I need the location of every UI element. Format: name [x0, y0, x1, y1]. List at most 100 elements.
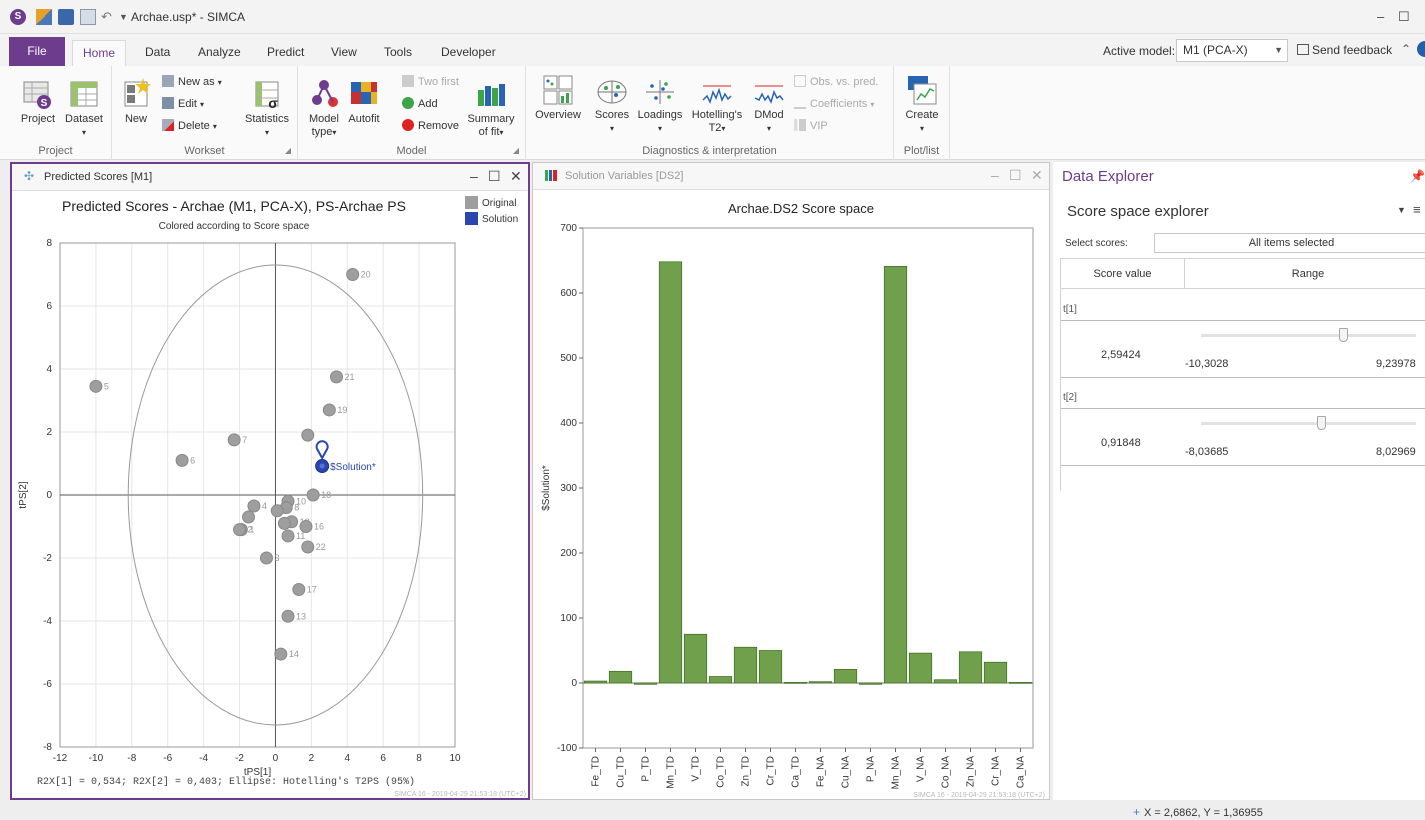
vip-label: VIP	[810, 120, 828, 132]
tab-home[interactable]: Home	[72, 40, 127, 66]
panel-minimize-button[interactable]: –	[991, 167, 999, 183]
new-workset-button[interactable]: New	[118, 78, 154, 126]
summary-of-fit-button[interactable]: Summary of fit▾	[466, 78, 516, 139]
observation-label: 21	[345, 372, 355, 382]
menu-icon[interactable]: ≡	[1413, 202, 1421, 217]
panel-maximize-button[interactable]: ☐	[1009, 167, 1022, 184]
chevron-down-icon[interactable]: ▼	[1397, 205, 1406, 215]
observation-label: 14	[289, 649, 299, 659]
observation-point	[292, 583, 306, 596]
tab-view[interactable]: View	[321, 40, 367, 66]
dataset-button[interactable]: Dataset ▾	[62, 78, 106, 139]
model-type-button[interactable]: Model type▾	[306, 78, 342, 139]
active-model-select[interactable]: M1 (PCA-X) ▼	[1176, 39, 1288, 62]
hotellings-button[interactable]: Hotelling's T2▾	[688, 78, 746, 135]
plot-footer: R2X[1] = 0,534; R2X[2] = 0,403; Ellipse:…	[37, 776, 415, 788]
pin-icon[interactable]: 📌	[1410, 169, 1425, 183]
scores-button[interactable]: Scores ▾	[590, 78, 634, 135]
dmod-button[interactable]: DMod ▾	[750, 78, 788, 135]
tab-analyze[interactable]: Analyze	[188, 40, 251, 66]
x-tick-label: 4	[344, 753, 350, 764]
panel-minimize-button[interactable]: –	[470, 168, 478, 184]
tab-tools[interactable]: Tools	[374, 40, 422, 66]
vip-button[interactable]: VIP	[794, 119, 828, 133]
observation-point	[89, 379, 103, 393]
two-first-button[interactable]: Two first	[402, 75, 459, 89]
range-slider-thumb[interactable]	[1316, 416, 1326, 430]
range-slider-track[interactable]	[1201, 422, 1416, 425]
project-button[interactable]: S Project	[18, 78, 58, 126]
tab-predict[interactable]: Predict	[257, 40, 314, 66]
save-icon[interactable]	[58, 9, 74, 25]
bar-chart-title: Archae.DS2 Score space	[728, 201, 874, 216]
select-scores-dropdown[interactable]: All items selected	[1154, 233, 1425, 253]
observation-point	[247, 499, 261, 513]
open-project-icon[interactable]	[36, 9, 52, 25]
legend-original-swatch	[465, 196, 478, 209]
delete-icon	[162, 119, 174, 131]
model-dialog-launcher-icon[interactable]: ◢	[513, 146, 519, 155]
y-tick-label: 400	[560, 418, 577, 429]
statistics-button[interactable]: σ Statistics ▾	[242, 78, 292, 139]
panel-maximize-button[interactable]: ☐	[488, 168, 501, 185]
autofit-button[interactable]: Autofit	[344, 78, 384, 126]
scores-icon	[597, 80, 627, 104]
remove-component-button[interactable]: Remove	[402, 119, 459, 133]
panel-close-button[interactable]: ✕	[1031, 167, 1043, 184]
undo-icon[interactable]: ↶	[101, 9, 117, 25]
obs-vs-pred-button[interactable]: Obs. vs. pred.	[794, 75, 878, 89]
select-scores-label: Select scores:	[1065, 238, 1128, 249]
chevron-down-icon: ▾	[766, 124, 771, 133]
plot-marks: 205211976101884912161211223171314$Soluti…	[89, 268, 376, 661]
cursor-coordinates-text: X = 2,6862, Y = 1,36955	[1144, 807, 1263, 819]
send-feedback-button[interactable]: Send feedback	[1297, 43, 1392, 57]
delete-workset-button[interactable]: Delete ▾	[162, 119, 217, 134]
create-plot-button[interactable]: Create ▾	[900, 74, 944, 135]
y-tick-label: 700	[560, 223, 577, 234]
minimize-button[interactable]: –	[1377, 9, 1384, 24]
range-slider-thumb[interactable]	[1339, 328, 1349, 342]
x-tick-label: Mn_NA	[891, 756, 902, 790]
observation-label: 9	[285, 506, 290, 516]
collapse-ribbon-icon[interactable]: ⌃	[1401, 42, 1411, 56]
simca-logo-icon[interactable]: S	[10, 9, 26, 25]
solution-point-center	[319, 463, 325, 469]
bar-marks: -100 0 100 200 300 400 500 600 700 $Solution* Fe_T…	[541, 223, 1034, 790]
model-type-label-2: type	[311, 126, 333, 138]
coefficients-button[interactable]: Coefficients ▾	[794, 97, 874, 112]
hotellings-label-2: T2	[708, 122, 722, 134]
x-tick-label: -8	[127, 753, 136, 764]
help-icon[interactable]	[1417, 41, 1425, 57]
overview-button[interactable]: Overview	[534, 74, 582, 122]
edit-workset-button[interactable]: Edit ▾	[162, 97, 204, 112]
x-tick-label: P_TD	[641, 756, 652, 782]
scores-plot[interactable]: Predicted Scores - Archae (M1, PCA-X), P…	[12, 192, 528, 798]
panel-close-button[interactable]: ✕	[510, 168, 522, 185]
ribbon-group-plot-list: Create ▾ Plot/list	[894, 66, 950, 160]
observation-label: 7	[242, 435, 247, 445]
explorer-mode-title[interactable]: Score space explorer	[1067, 203, 1209, 220]
workset-dialog-launcher-icon[interactable]: ◢	[285, 146, 291, 155]
new-document-icon[interactable]	[80, 9, 96, 25]
score-value: 0,91848	[1101, 437, 1141, 449]
y-tick-label: 4	[46, 364, 52, 375]
range-slider-track[interactable]	[1201, 334, 1416, 337]
bar	[608, 670, 633, 684]
tab-developer[interactable]: Developer	[431, 40, 506, 66]
y-tick-label: 600	[560, 288, 577, 299]
tab-data[interactable]: Data	[135, 40, 180, 66]
new-as-button[interactable]: New as ▾	[162, 75, 222, 90]
maximize-button[interactable]: ☐	[1398, 9, 1410, 25]
tab-file[interactable]: File	[9, 37, 65, 66]
loadings-button[interactable]: Loadings ▾	[636, 78, 684, 135]
observation-point	[259, 551, 273, 565]
add-component-button[interactable]: Add	[402, 97, 438, 111]
project-icon: S	[23, 81, 51, 109]
loadings-label: Loadings	[637, 109, 683, 121]
score-value: 2,59424	[1101, 349, 1141, 361]
legend-solution-label: Solution	[482, 214, 518, 225]
solution-bar-chart[interactable]: Archae.DS2 Score space -100 0 100 200 300 400…	[533, 191, 1049, 799]
new-label: New	[124, 113, 147, 125]
vip-icon	[794, 119, 806, 131]
bar	[733, 646, 758, 684]
